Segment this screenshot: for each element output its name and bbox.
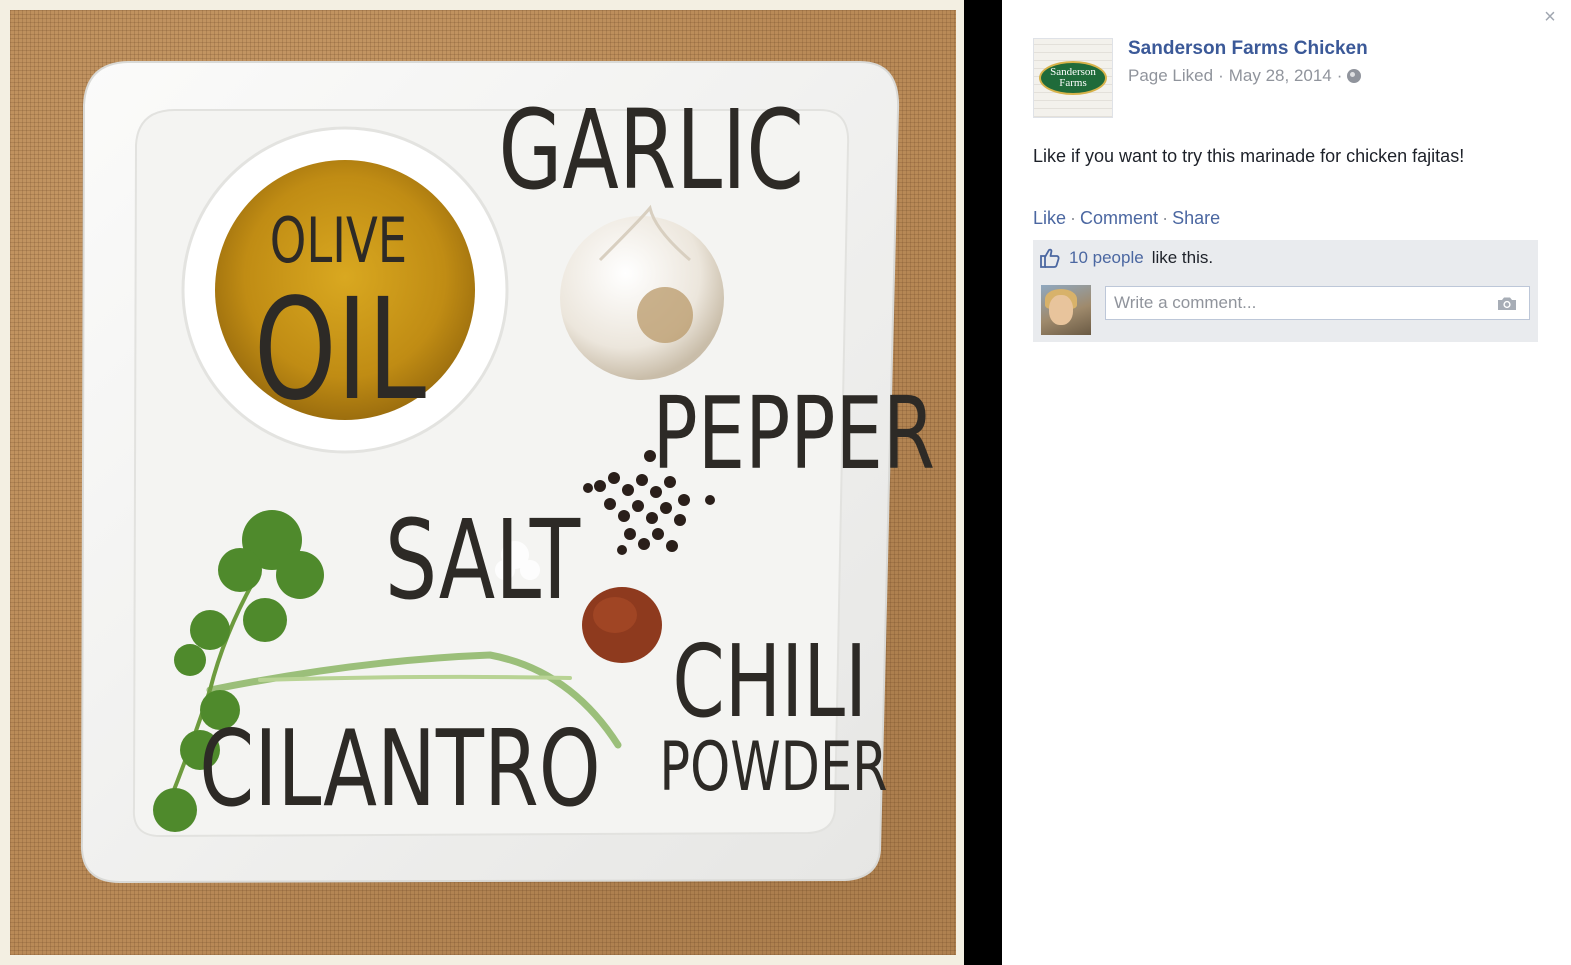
- olive-label: OLIVE: [270, 204, 407, 276]
- post-meta: Page Liked · May 28, 2014 ·: [1128, 66, 1362, 86]
- share-button[interactable]: Share: [1172, 208, 1220, 229]
- page-name-link[interactable]: Sanderson Farms Chicken: [1128, 38, 1368, 60]
- page-liked-status[interactable]: Page Liked: [1128, 66, 1213, 86]
- comment-button[interactable]: Comment: [1080, 208, 1158, 229]
- garlic-label: GARLIC: [498, 86, 804, 214]
- logo-line-2: Farms: [1059, 77, 1087, 89]
- pepper-label: PEPPER: [652, 375, 935, 492]
- photo-frame: OLIVE OIL GARLIC PEPPER SALT CHILI POWDE…: [0, 0, 964, 965]
- camera-icon[interactable]: [1497, 296, 1517, 311]
- powder-label: POWDER: [659, 728, 887, 807]
- like-button[interactable]: Like: [1033, 208, 1066, 229]
- post-actions: Like · Comment · Share: [1033, 208, 1220, 229]
- photo-stage: OLIVE OIL GARLIC PEPPER SALT CHILI POWDE…: [0, 0, 1002, 965]
- current-user-avatar[interactable]: [1041, 285, 1091, 335]
- action-separator: ·: [1162, 208, 1169, 228]
- feedback-area: 10 people like this.: [1033, 240, 1538, 342]
- salt-label: SALT: [385, 496, 581, 624]
- globe-icon[interactable]: [1347, 69, 1362, 83]
- page-avatar[interactable]: Sanderson Farms: [1033, 38, 1113, 118]
- thumbs-up-icon: [1040, 248, 1060, 268]
- post-photo[interactable]: OLIVE OIL GARLIC PEPPER SALT CHILI POWDE…: [10, 10, 956, 955]
- action-separator: ·: [1070, 208, 1077, 228]
- garlic-bulb: [560, 216, 724, 380]
- likes-suffix: like this.: [1151, 248, 1214, 267]
- comment-input[interactable]: [1106, 287, 1529, 319]
- meta-separator: ·: [1218, 66, 1224, 85]
- oil-label: OIL: [254, 269, 426, 432]
- post-side-panel: × Sanderson Farms Sanderson Farms Chicke…: [1002, 0, 1571, 965]
- post-text: Like if you want to try this marinade fo…: [1033, 146, 1465, 166]
- like-summary: 10 people like this.: [1039, 247, 1213, 269]
- sanderson-farms-logo: Sanderson Farms: [1039, 61, 1107, 95]
- likes-count-link[interactable]: 10 people: [1069, 248, 1144, 268]
- meta-separator: ·: [1336, 66, 1343, 85]
- chili-label: CHILI: [672, 623, 867, 740]
- comment-box: [1105, 286, 1530, 320]
- post-date[interactable]: May 28, 2014: [1229, 66, 1332, 86]
- cilantro-label: CILANTRO: [199, 708, 600, 830]
- close-icon[interactable]: ×: [1540, 6, 1560, 28]
